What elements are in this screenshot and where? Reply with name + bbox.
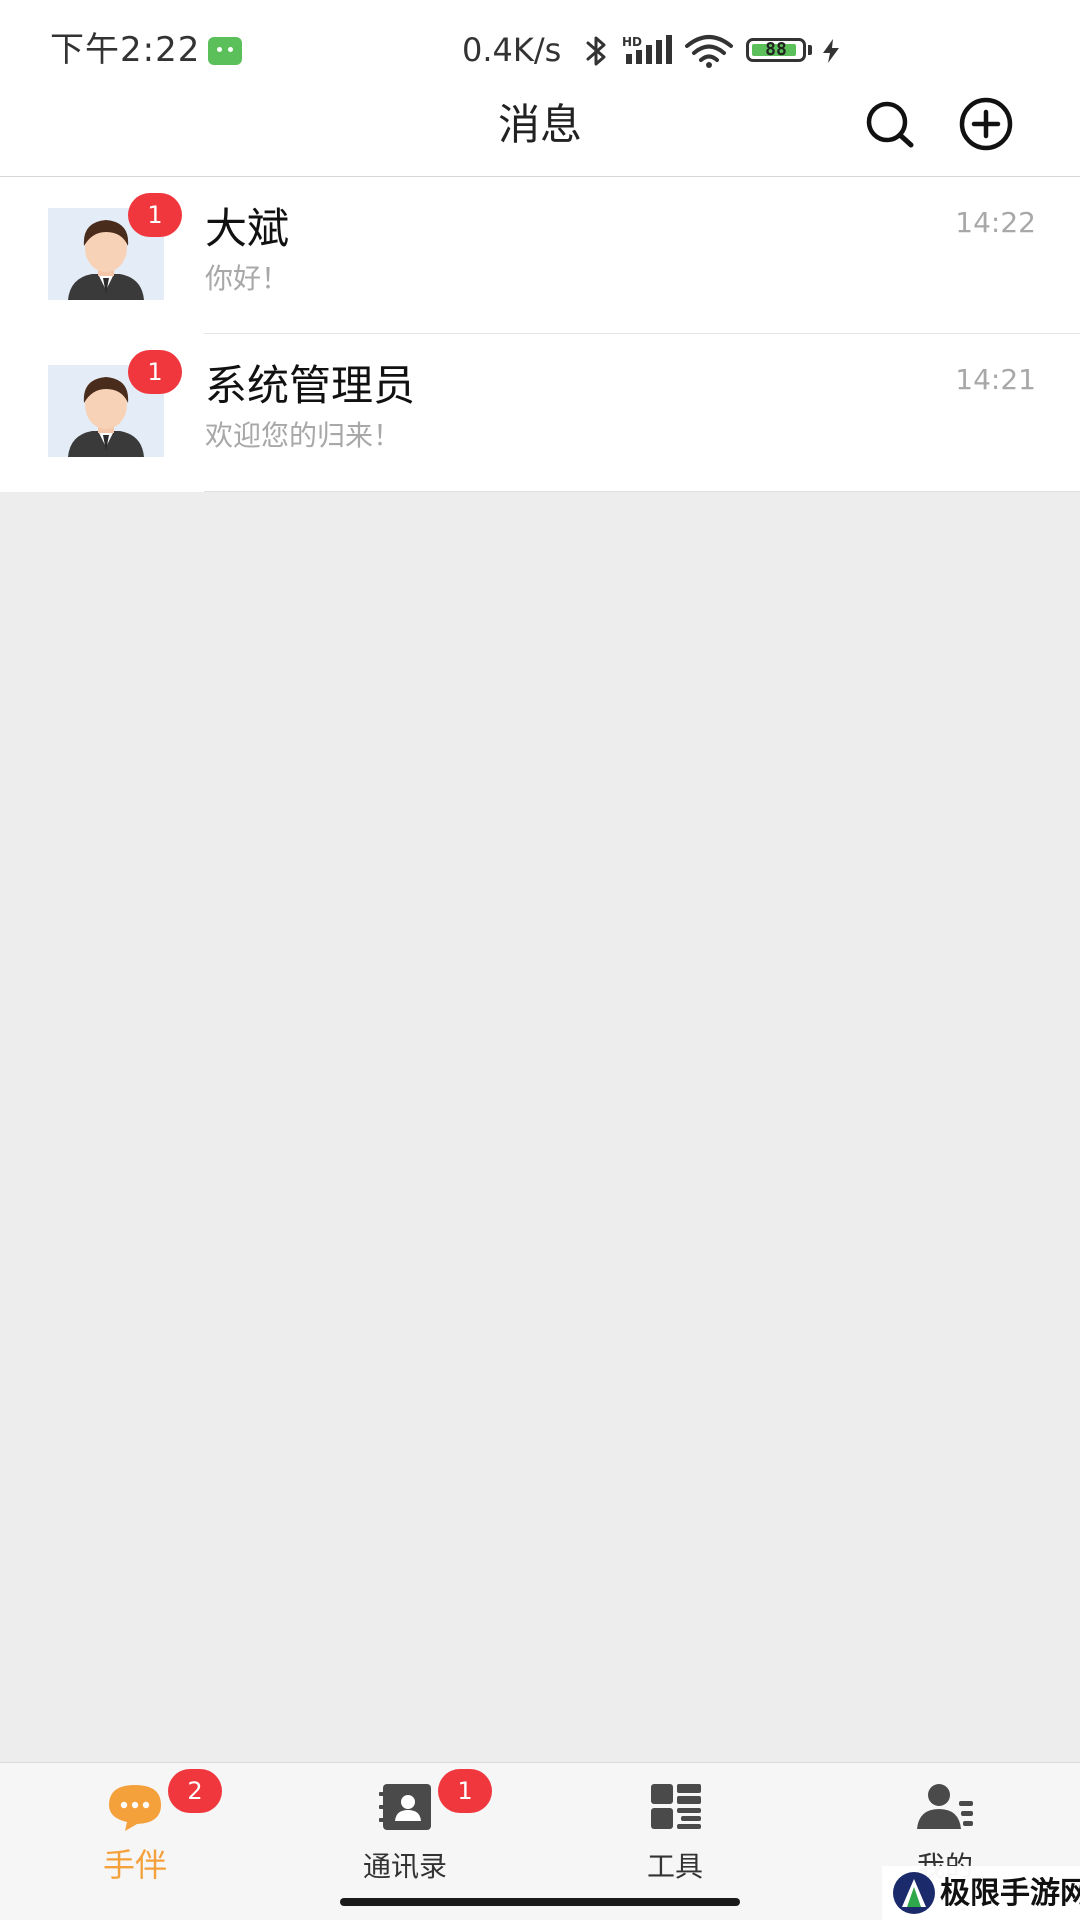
charging-bolt-icon: [823, 39, 839, 63]
battery-icon: 88: [746, 38, 806, 62]
conversation-preview: 欢迎您的归来！: [205, 419, 402, 452]
search-icon[interactable]: [862, 96, 918, 152]
tab-tools[interactable]: 工具: [540, 1763, 810, 1920]
contacts-book-icon: [379, 1784, 431, 1830]
grid-tools-icon: [651, 1784, 701, 1829]
conversation-item[interactable]: 1 系统管理员 欢迎您的归来！ 14:21: [0, 333, 1080, 491]
tab-label: 工具: [646, 1850, 703, 1883]
signal-hd-label: HD: [622, 35, 642, 49]
battery-level: 88: [765, 39, 787, 60]
app-screen: 下午2:22 0.4K/s HD 88 消息 1 大斌 你好！ 14:22 1 …: [0, 0, 1080, 1920]
wifi-icon: [685, 35, 733, 68]
home-indicator[interactable]: [340, 1898, 740, 1906]
watermark-text: 极限手游网: [940, 1876, 1080, 1911]
add-circle-icon[interactable]: [958, 96, 1014, 152]
watermark: 极限手游网: [882, 1866, 1080, 1920]
chat-bubble-icon: [109, 1785, 161, 1831]
network-speed: 0.4K/s: [462, 31, 562, 69]
conversation-time: 14:21: [955, 363, 1036, 396]
watermark-logo-icon: [893, 1872, 935, 1914]
app-notification-icon: [208, 37, 242, 65]
tab-shouban[interactable]: 手伴 2: [0, 1763, 270, 1920]
battery-cap: [808, 45, 812, 55]
conversation-list: 1 大斌 你好！ 14:22 1 系统管理员 欢迎您的归来！ 14:21: [0, 177, 1080, 492]
status-bar: 下午2:22 0.4K/s HD 88: [0, 0, 1080, 100]
conversation-item[interactable]: 1 大斌 你好！ 14:22: [0, 177, 1080, 334]
tab-badge: 2: [168, 1769, 222, 1813]
unread-badge: 1: [128, 350, 182, 394]
conversation-name: 系统管理员: [205, 361, 416, 410]
bluetooth-icon: [586, 36, 606, 66]
conversation-preview: 你好！: [205, 262, 290, 295]
tab-badge: 1: [438, 1769, 492, 1813]
page-title: 消息: [497, 100, 582, 149]
status-time: 下午2:22: [50, 30, 201, 70]
tab-label: 手伴: [102, 1846, 167, 1884]
conversation-time: 14:22: [955, 206, 1036, 239]
conversation-name: 大斌: [205, 204, 290, 253]
top-navbar: 消息: [0, 97, 1080, 177]
unread-badge: 1: [128, 193, 182, 237]
user-profile-icon: [917, 1784, 973, 1829]
tab-label: 通讯录: [362, 1850, 447, 1883]
tab-contacts[interactable]: 通讯录 1: [270, 1763, 540, 1920]
cell-signal-icon: HD: [622, 35, 672, 64]
